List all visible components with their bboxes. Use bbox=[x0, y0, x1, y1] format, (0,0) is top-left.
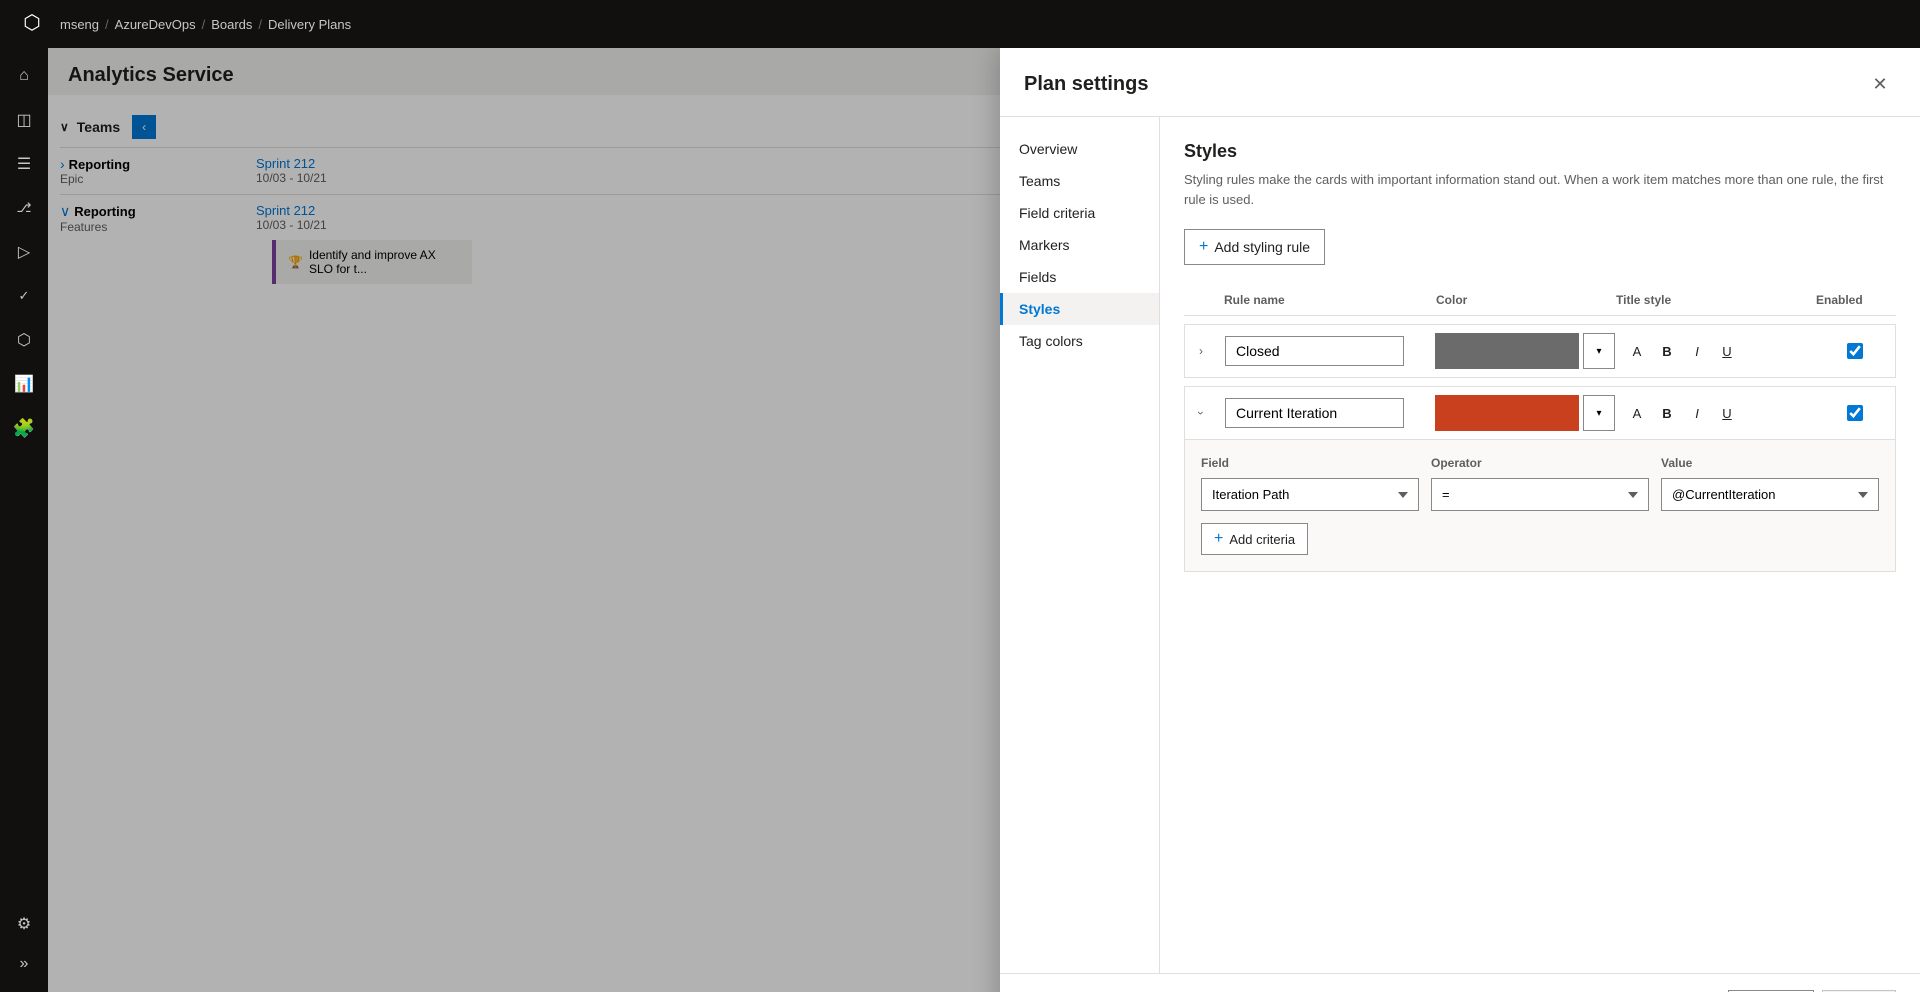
criteria-operator-label: Operator bbox=[1431, 456, 1649, 470]
criteria-value-select[interactable]: @CurrentIteration @Today Active Closed bbox=[1661, 478, 1879, 511]
styles-section-title: Styles bbox=[1184, 141, 1896, 162]
font-style-underline-ci[interactable]: U bbox=[1713, 399, 1741, 427]
enabled-checkbox-closed[interactable] bbox=[1847, 343, 1863, 359]
enabled-checkbox-ci[interactable] bbox=[1847, 405, 1863, 421]
settings-icon[interactable]: ⚙ bbox=[4, 904, 44, 944]
criteria-operator-select[interactable]: = != > < Contains bbox=[1431, 478, 1649, 511]
col-enabled: Enabled bbox=[1816, 293, 1896, 307]
nav-item-styles[interactable]: Styles bbox=[1000, 293, 1159, 325]
modal-body: Overview Teams Field criteria Markers Fi… bbox=[1000, 117, 1920, 973]
add-styling-rule-button[interactable]: + Add styling rule bbox=[1184, 229, 1325, 265]
enabled-checkbox-container-closed bbox=[1815, 343, 1895, 359]
rule-name-container-ci bbox=[1225, 398, 1435, 428]
add-rule-label: Add styling rule bbox=[1214, 239, 1310, 255]
testplans-icon[interactable]: ✓ bbox=[4, 276, 44, 316]
nav-item-tag-colors[interactable]: Tag colors bbox=[1000, 325, 1159, 357]
title-style-buttons-ci: A B I U bbox=[1615, 399, 1815, 427]
topbar: ⬡ mseng / AzureDevOps / Boards / Deliver… bbox=[0, 0, 1920, 48]
color-dropdown-button-closed[interactable]: ▾ bbox=[1583, 333, 1615, 369]
modal-footer: Cancel Save bbox=[1000, 973, 1920, 992]
modal-content-area: Styles Styling rules make the cards with… bbox=[1160, 117, 1920, 973]
criteria-field-label: Field bbox=[1201, 456, 1419, 470]
criteria-value-label: Value bbox=[1661, 456, 1879, 470]
nav-item-markers[interactable]: Markers bbox=[1000, 229, 1159, 261]
modal-close-button[interactable]: ✕ bbox=[1864, 68, 1896, 100]
rule-name-input-closed[interactable] bbox=[1225, 336, 1404, 366]
work-icon[interactable]: ◫ bbox=[4, 100, 44, 140]
modal-header: Plan settings ✕ bbox=[1000, 48, 1920, 117]
repos-icon[interactable]: ⎇ bbox=[4, 188, 44, 228]
font-style-bold-ci[interactable]: B bbox=[1653, 399, 1681, 427]
app-logo[interactable]: ⬡ bbox=[12, 2, 52, 42]
color-swatch-ci[interactable] bbox=[1435, 395, 1579, 431]
add-criteria-plus-icon: + bbox=[1214, 530, 1223, 548]
rule-expand-button-ci[interactable]: › bbox=[1185, 397, 1217, 429]
font-style-underline-closed[interactable]: U bbox=[1713, 337, 1741, 365]
criteria-header: Field Operator Value bbox=[1201, 456, 1879, 470]
rule-row-header-ci: › ▾ A bbox=[1185, 387, 1895, 439]
font-style-italic-closed[interactable]: I bbox=[1683, 337, 1711, 365]
artifacts-icon[interactable]: ⬡ bbox=[4, 320, 44, 360]
nav-item-field-criteria[interactable]: Field criteria bbox=[1000, 197, 1159, 229]
plus-icon: + bbox=[1199, 238, 1208, 256]
breadcrumb-mseng[interactable]: mseng bbox=[60, 17, 99, 32]
font-style-italic-ci[interactable]: I bbox=[1683, 399, 1711, 427]
col-color: Color bbox=[1436, 293, 1616, 307]
criteria-field-select[interactable]: Iteration Path State Work Item Type Assi… bbox=[1201, 478, 1419, 511]
modal-title: Plan settings bbox=[1024, 73, 1148, 96]
left-sidebar: ⌂ ◫ ☰ ⎇ ▷ ✓ ⬡ 📊 🧩 ⚙ » bbox=[0, 48, 48, 992]
analytics-icon[interactable]: 📊 bbox=[4, 364, 44, 404]
col-title-style: Title style bbox=[1616, 293, 1816, 307]
expand-sidebar-icon[interactable]: » bbox=[4, 944, 44, 984]
breadcrumb: mseng / AzureDevOps / Boards / Delivery … bbox=[60, 17, 351, 32]
color-picker-closed: ▾ bbox=[1435, 333, 1615, 369]
color-swatch-closed[interactable] bbox=[1435, 333, 1579, 369]
modal-overlay: Plan settings ✕ Overview Teams Field cri… bbox=[48, 48, 1920, 992]
nav-item-teams[interactable]: Teams bbox=[1000, 165, 1159, 197]
color-picker-ci: ▾ bbox=[1435, 395, 1615, 431]
modal-nav: Overview Teams Field criteria Markers Fi… bbox=[1000, 117, 1160, 973]
color-dropdown-button-ci[interactable]: ▾ bbox=[1583, 395, 1615, 431]
nav-item-fields[interactable]: Fields bbox=[1000, 261, 1159, 293]
extensions-icon[interactable]: 🧩 bbox=[4, 408, 44, 448]
breadcrumb-delivery-plans[interactable]: Delivery Plans bbox=[268, 17, 351, 32]
rule-row-closed: › ▾ A bbox=[1184, 324, 1896, 378]
add-criteria-button[interactable]: + Add criteria bbox=[1201, 523, 1308, 555]
rule-name-container-closed bbox=[1225, 336, 1435, 366]
font-style-bold-closed[interactable]: B bbox=[1653, 337, 1681, 365]
font-style-a-ci[interactable]: A bbox=[1623, 399, 1651, 427]
rule-name-input-ci[interactable] bbox=[1225, 398, 1404, 428]
rule-expanded-criteria: Field Operator Value Iteration Path Stat… bbox=[1185, 439, 1895, 571]
col-rule-name: Rule name bbox=[1224, 293, 1436, 307]
criteria-row: Iteration Path State Work Item Type Assi… bbox=[1201, 478, 1879, 511]
breadcrumb-azuredevops[interactable]: AzureDevOps bbox=[115, 17, 196, 32]
styles-table-header: Rule name Color Title style Enabled bbox=[1184, 289, 1896, 316]
rule-expand-button-closed[interactable]: › bbox=[1185, 335, 1217, 367]
rule-row-current-iteration: › ▾ A bbox=[1184, 386, 1896, 572]
home-icon[interactable]: ⌂ bbox=[4, 56, 44, 96]
plan-settings-modal: Plan settings ✕ Overview Teams Field cri… bbox=[1000, 48, 1920, 992]
nav-item-overview[interactable]: Overview bbox=[1000, 133, 1159, 165]
title-style-buttons-closed: A B I U bbox=[1615, 337, 1815, 365]
font-style-a-closed[interactable]: A bbox=[1623, 337, 1651, 365]
boards-icon[interactable]: ☰ bbox=[4, 144, 44, 184]
styles-section-desc: Styling rules make the cards with import… bbox=[1184, 170, 1896, 209]
breadcrumb-boards[interactable]: Boards bbox=[211, 17, 252, 32]
pipelines-icon[interactable]: ▷ bbox=[4, 232, 44, 272]
rule-row-header: › ▾ A bbox=[1185, 325, 1895, 377]
add-criteria-label: Add criteria bbox=[1229, 532, 1295, 547]
enabled-checkbox-container-ci bbox=[1815, 405, 1895, 421]
